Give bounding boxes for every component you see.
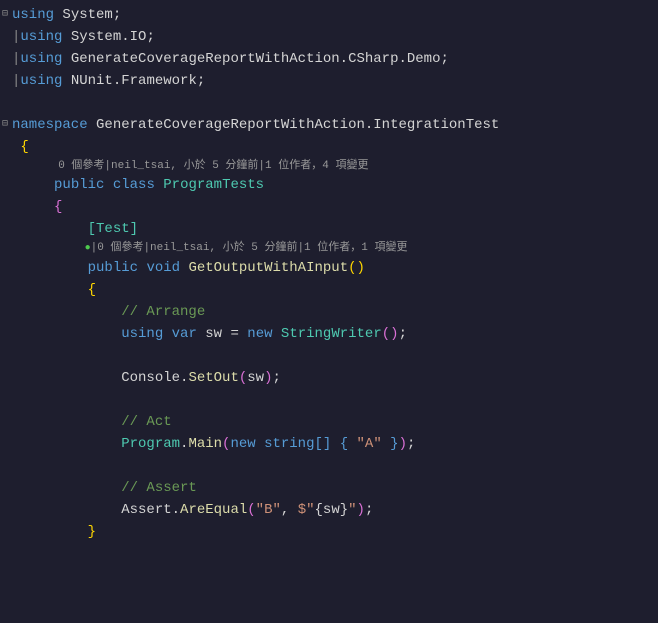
comment: // Assert (121, 480, 197, 496)
namespace-ref: System (62, 7, 112, 23)
keyword: public (88, 260, 138, 276)
class-ref: StringWriter (281, 326, 382, 342)
comment: // Act (121, 414, 171, 430)
class-name: ProgramTests (163, 177, 264, 193)
keyword: using (12, 7, 54, 23)
code-line[interactable]: [Test] (0, 218, 658, 240)
keyword: void (146, 260, 180, 276)
string-literal: "A" (357, 436, 382, 452)
keyword: new (247, 326, 272, 342)
code-line[interactable]: // Assert (0, 477, 658, 499)
keyword: public (54, 177, 104, 193)
class-ref: Program (121, 436, 180, 452)
string-literal: $" (298, 502, 315, 518)
code-line[interactable]: { (0, 279, 658, 301)
blank-line[interactable] (0, 455, 658, 477)
method-call: AreEqual (180, 502, 247, 518)
code-line[interactable]: // Arrange (0, 301, 658, 323)
code-line[interactable]: { (0, 136, 658, 158)
code-line[interactable]: Program.Main(new string[] { "A" }); (0, 433, 658, 455)
class-ref: Console (121, 370, 180, 386)
blank-line[interactable] (0, 345, 658, 367)
codelens[interactable]: 0 個參考|neil_tsai, 小於 5 分鐘前|1 位作者，4 項變更 (0, 158, 658, 174)
keyword: class (113, 177, 155, 193)
method-call: Main (188, 436, 222, 452)
string-literal: " (348, 502, 356, 518)
code-line[interactable]: } (0, 521, 658, 543)
keyword: using (20, 29, 62, 45)
method-name: GetOutputWithAInput (188, 260, 348, 276)
code-line[interactable]: Console.SetOut(sw); (0, 367, 658, 389)
namespace-ref: NUnit.Framework (71, 73, 197, 89)
variable: sw (323, 502, 340, 518)
fold-icon[interactable]: ⊟ (0, 4, 10, 26)
comment: // Arrange (121, 304, 205, 320)
namespace-ref: System.IO (71, 29, 147, 45)
namespace-name: GenerateCoverageReportWithAction.Integra… (96, 117, 499, 133)
code-line[interactable]: Assert.AreEqual("B", $"{sw}"); (0, 499, 658, 521)
code-line[interactable]: { (0, 196, 658, 218)
blank-line[interactable] (0, 389, 658, 411)
code-line[interactable]: ⊟using System; (0, 4, 658, 26)
interp-brace: { (315, 502, 323, 518)
code-line[interactable]: |using NUnit.Framework; (0, 70, 658, 92)
keyword: new (230, 436, 255, 452)
keyword: namespace (12, 117, 88, 133)
operator: = (230, 326, 238, 342)
code-line[interactable]: // Act (0, 411, 658, 433)
keyword: using (121, 326, 163, 342)
variable: sw (247, 370, 264, 386)
string-literal: "B" (256, 502, 281, 518)
code-line[interactable]: public class ProgramTests (0, 174, 658, 196)
keyword: using (20, 51, 62, 67)
fold-icon[interactable]: ⊟ (0, 114, 10, 136)
namespace-ref: GenerateCoverageReportWithAction.CSharp.… (71, 51, 441, 67)
codelens-text: |0 個參考|neil_tsai, 小於 5 分鐘前|1 位作者，1 項變更 (91, 242, 408, 254)
interp-brace: } (340, 502, 348, 518)
method-call: SetOut (188, 370, 238, 386)
code-line[interactable]: |using System.IO; (0, 26, 658, 48)
codelens-text: 0 個參考|neil_tsai, 小於 5 分鐘前|1 位作者，4 項變更 (58, 160, 368, 172)
code-editor[interactable]: ⊟using System; |using System.IO; |using … (0, 0, 658, 547)
codelens[interactable]: ●|0 個參考|neil_tsai, 小於 5 分鐘前|1 位作者，1 項變更 (0, 240, 658, 257)
keyword: var (172, 326, 197, 342)
code-line[interactable]: public void GetOutputWithAInput() (0, 257, 658, 279)
variable: sw (205, 326, 222, 342)
code-line[interactable]: ⊟namespace GenerateCoverageReportWithAct… (0, 114, 658, 136)
keyword: using (20, 73, 62, 89)
blank-line[interactable] (0, 92, 658, 114)
code-line[interactable]: using var sw = new StringWriter(); (0, 323, 658, 345)
code-line[interactable]: |using GenerateCoverageReportWithAction.… (0, 48, 658, 70)
class-ref: Assert (121, 502, 171, 518)
keyword: string (264, 436, 314, 452)
attribute: [Test] (88, 221, 138, 237)
